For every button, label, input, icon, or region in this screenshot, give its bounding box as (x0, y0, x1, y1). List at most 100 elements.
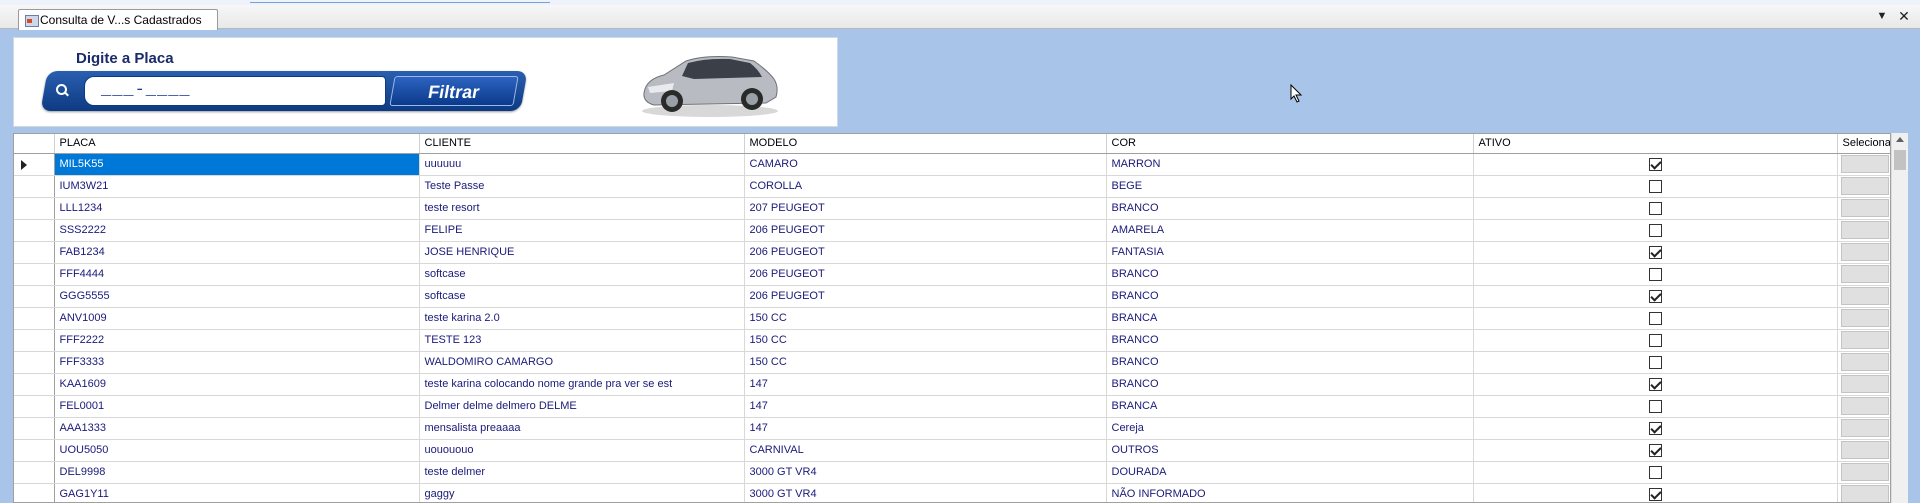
cell-cliente[interactable]: teste karina 2.0 (419, 307, 745, 330)
cell-cliente[interactable]: uuuuuu (419, 153, 745, 176)
selecionar-button[interactable] (1840, 199, 1889, 217)
row-header[interactable] (14, 153, 55, 176)
cell-cliente[interactable]: softcase (419, 285, 745, 308)
cell-cliente[interactable]: TESTE 123 (419, 329, 745, 352)
selecionar-button[interactable] (1840, 419, 1889, 437)
cell-modelo[interactable]: 206 PEUGEOT (744, 241, 1107, 264)
cell-cliente[interactable]: WALDOMIRO CAMARGO (419, 351, 745, 374)
table-row[interactable]: FAB1234 JOSE HENRIQUE 206 PEUGEOT FANTASIA (14, 241, 1890, 264)
cell-cor[interactable]: BRANCA (1106, 307, 1474, 330)
table-row[interactable]: ANV1009 teste karina 2.0 150 CC BRANCA (14, 307, 1890, 330)
row-header[interactable] (14, 417, 55, 440)
cell-modelo[interactable]: 207 PEUGEOT (744, 197, 1107, 220)
column-header-selecionar[interactable]: Selecionar (1837, 134, 1890, 154)
table-row[interactable]: AAA1333 mensalista preaaaa 147 Cereja (14, 417, 1890, 440)
ativo-checkbox[interactable] (1648, 223, 1662, 237)
selecionar-button[interactable] (1840, 397, 1889, 415)
ativo-checkbox[interactable] (1648, 377, 1662, 391)
cell-placa[interactable]: GAG1Y11 (54, 483, 420, 502)
selecionar-button[interactable] (1840, 221, 1889, 239)
cell-cor[interactable]: BRANCO (1106, 329, 1474, 352)
cell-placa[interactable]: FEL0001 (54, 395, 420, 418)
cell-cor[interactable]: MARRON (1106, 153, 1474, 176)
cell-cor[interactable]: BRANCA (1106, 395, 1474, 418)
cell-cliente[interactable]: teste resort (419, 197, 745, 220)
cell-placa[interactable]: LLL1234 (54, 197, 420, 220)
cell-placa[interactable]: AAA1333 (54, 417, 420, 440)
cell-cliente[interactable]: gaggy (419, 483, 745, 502)
cell-modelo[interactable]: 147 (744, 373, 1107, 396)
column-header-cliente[interactable]: CLIENTE (419, 134, 745, 154)
cell-cor[interactable]: BRANCO (1106, 373, 1474, 396)
cell-placa[interactable]: FAB1234 (54, 241, 420, 264)
table-row[interactable]: IUM3W21 Teste Passe COROLLA BEGE (14, 175, 1890, 198)
row-header[interactable] (14, 373, 55, 396)
ativo-checkbox[interactable] (1648, 399, 1662, 413)
ativo-checkbox[interactable] (1648, 267, 1662, 281)
row-header[interactable] (14, 241, 55, 264)
cell-placa[interactable]: SSS2222 (54, 219, 420, 242)
cell-placa[interactable]: FFF3333 (54, 351, 420, 374)
selecionar-button[interactable] (1840, 177, 1889, 195)
cell-modelo[interactable]: 150 CC (744, 307, 1107, 330)
table-row[interactable]: LLL1234 teste resort 207 PEUGEOT BRANCO (14, 197, 1890, 220)
close-icon[interactable]: ✕ (1896, 8, 1912, 25)
tab-dropdown-icon[interactable]: ▼ (1874, 10, 1890, 22)
selecionar-button[interactable] (1840, 353, 1889, 371)
cell-modelo[interactable]: 3000 GT VR4 (744, 483, 1107, 502)
ativo-checkbox[interactable] (1648, 289, 1662, 303)
table-row[interactable]: FFF3333 WALDOMIRO CAMARGO 150 CC BRANCO (14, 351, 1890, 374)
selecionar-button[interactable] (1840, 287, 1889, 305)
table-row[interactable]: FFF2222 TESTE 123 150 CC BRANCO (14, 329, 1890, 352)
ativo-checkbox[interactable] (1648, 465, 1662, 479)
selecionar-button[interactable] (1840, 331, 1889, 349)
cell-modelo[interactable]: 206 PEUGEOT (744, 285, 1107, 308)
selecionar-button[interactable] (1840, 375, 1889, 393)
cell-placa[interactable]: DEL9998 (54, 461, 420, 484)
cell-cor[interactable]: BRANCO (1106, 285, 1474, 308)
table-row[interactable]: KAA1609 teste karina colocando nome grand… (14, 373, 1890, 396)
cell-placa[interactable]: UOU5050 (54, 439, 420, 462)
selecionar-button[interactable] (1840, 485, 1889, 502)
cell-cor[interactable]: BRANCO (1106, 197, 1474, 220)
filter-button[interactable]: Filtrar (389, 76, 519, 106)
selecionar-button[interactable] (1840, 463, 1889, 481)
cell-cliente[interactable]: JOSE HENRIQUE (419, 241, 745, 264)
row-header[interactable] (14, 219, 55, 242)
table-row[interactable]: GGG5555 softcase 206 PEUGEOT BRANCO (14, 285, 1890, 308)
cell-modelo[interactable]: CAMARO (744, 153, 1107, 176)
cell-cor[interactable]: BEGE (1106, 175, 1474, 198)
selecionar-button[interactable] (1840, 441, 1889, 459)
table-row[interactable]: SSS2222 FELIPE 206 PEUGEOT AMARELA (14, 219, 1890, 242)
cell-cor[interactable]: NÃO INFORMADO (1106, 483, 1474, 502)
cell-cor[interactable]: BRANCO (1106, 351, 1474, 374)
cell-cliente[interactable]: Delmer delme delmero DELME (419, 395, 745, 418)
selecionar-button[interactable] (1840, 265, 1889, 283)
ativo-checkbox[interactable] (1648, 157, 1662, 171)
cell-placa[interactable]: ANV1009 (54, 307, 420, 330)
plate-input[interactable]: ___-____ (84, 76, 386, 106)
cell-placa[interactable]: IUM3W21 (54, 175, 420, 198)
cell-cliente[interactable]: FELIPE (419, 219, 745, 242)
table-row[interactable]: MIL5K55 uuuuuu CAMARO MARRON (14, 153, 1890, 176)
cell-cliente[interactable]: Teste Passe (419, 175, 745, 198)
cell-modelo[interactable]: 206 PEUGEOT (744, 219, 1107, 242)
selecionar-button[interactable] (1840, 243, 1889, 261)
table-row[interactable]: UOU5050 uouououo CARNIVAL OUTROS (14, 439, 1890, 462)
row-header[interactable] (14, 461, 55, 484)
table-row[interactable]: FEL0001 Delmer delme delmero DELME 147 BRAN… (14, 395, 1890, 418)
cell-cor[interactable]: FANTASIA (1106, 241, 1474, 264)
row-header[interactable] (14, 263, 55, 286)
ativo-checkbox[interactable] (1648, 333, 1662, 347)
cell-modelo[interactable]: 147 (744, 417, 1107, 440)
row-header[interactable] (14, 307, 55, 330)
row-header[interactable] (14, 329, 55, 352)
column-header-cor[interactable]: COR (1106, 134, 1474, 154)
column-header-placa[interactable]: PLACA (54, 134, 420, 154)
ativo-checkbox[interactable] (1648, 179, 1662, 193)
row-header[interactable] (14, 351, 55, 374)
cell-cor[interactable]: BRANCO (1106, 263, 1474, 286)
cell-placa[interactable]: FFF2222 (54, 329, 420, 352)
cell-cor[interactable]: Cereja (1106, 417, 1474, 440)
ativo-checkbox[interactable] (1648, 487, 1662, 501)
